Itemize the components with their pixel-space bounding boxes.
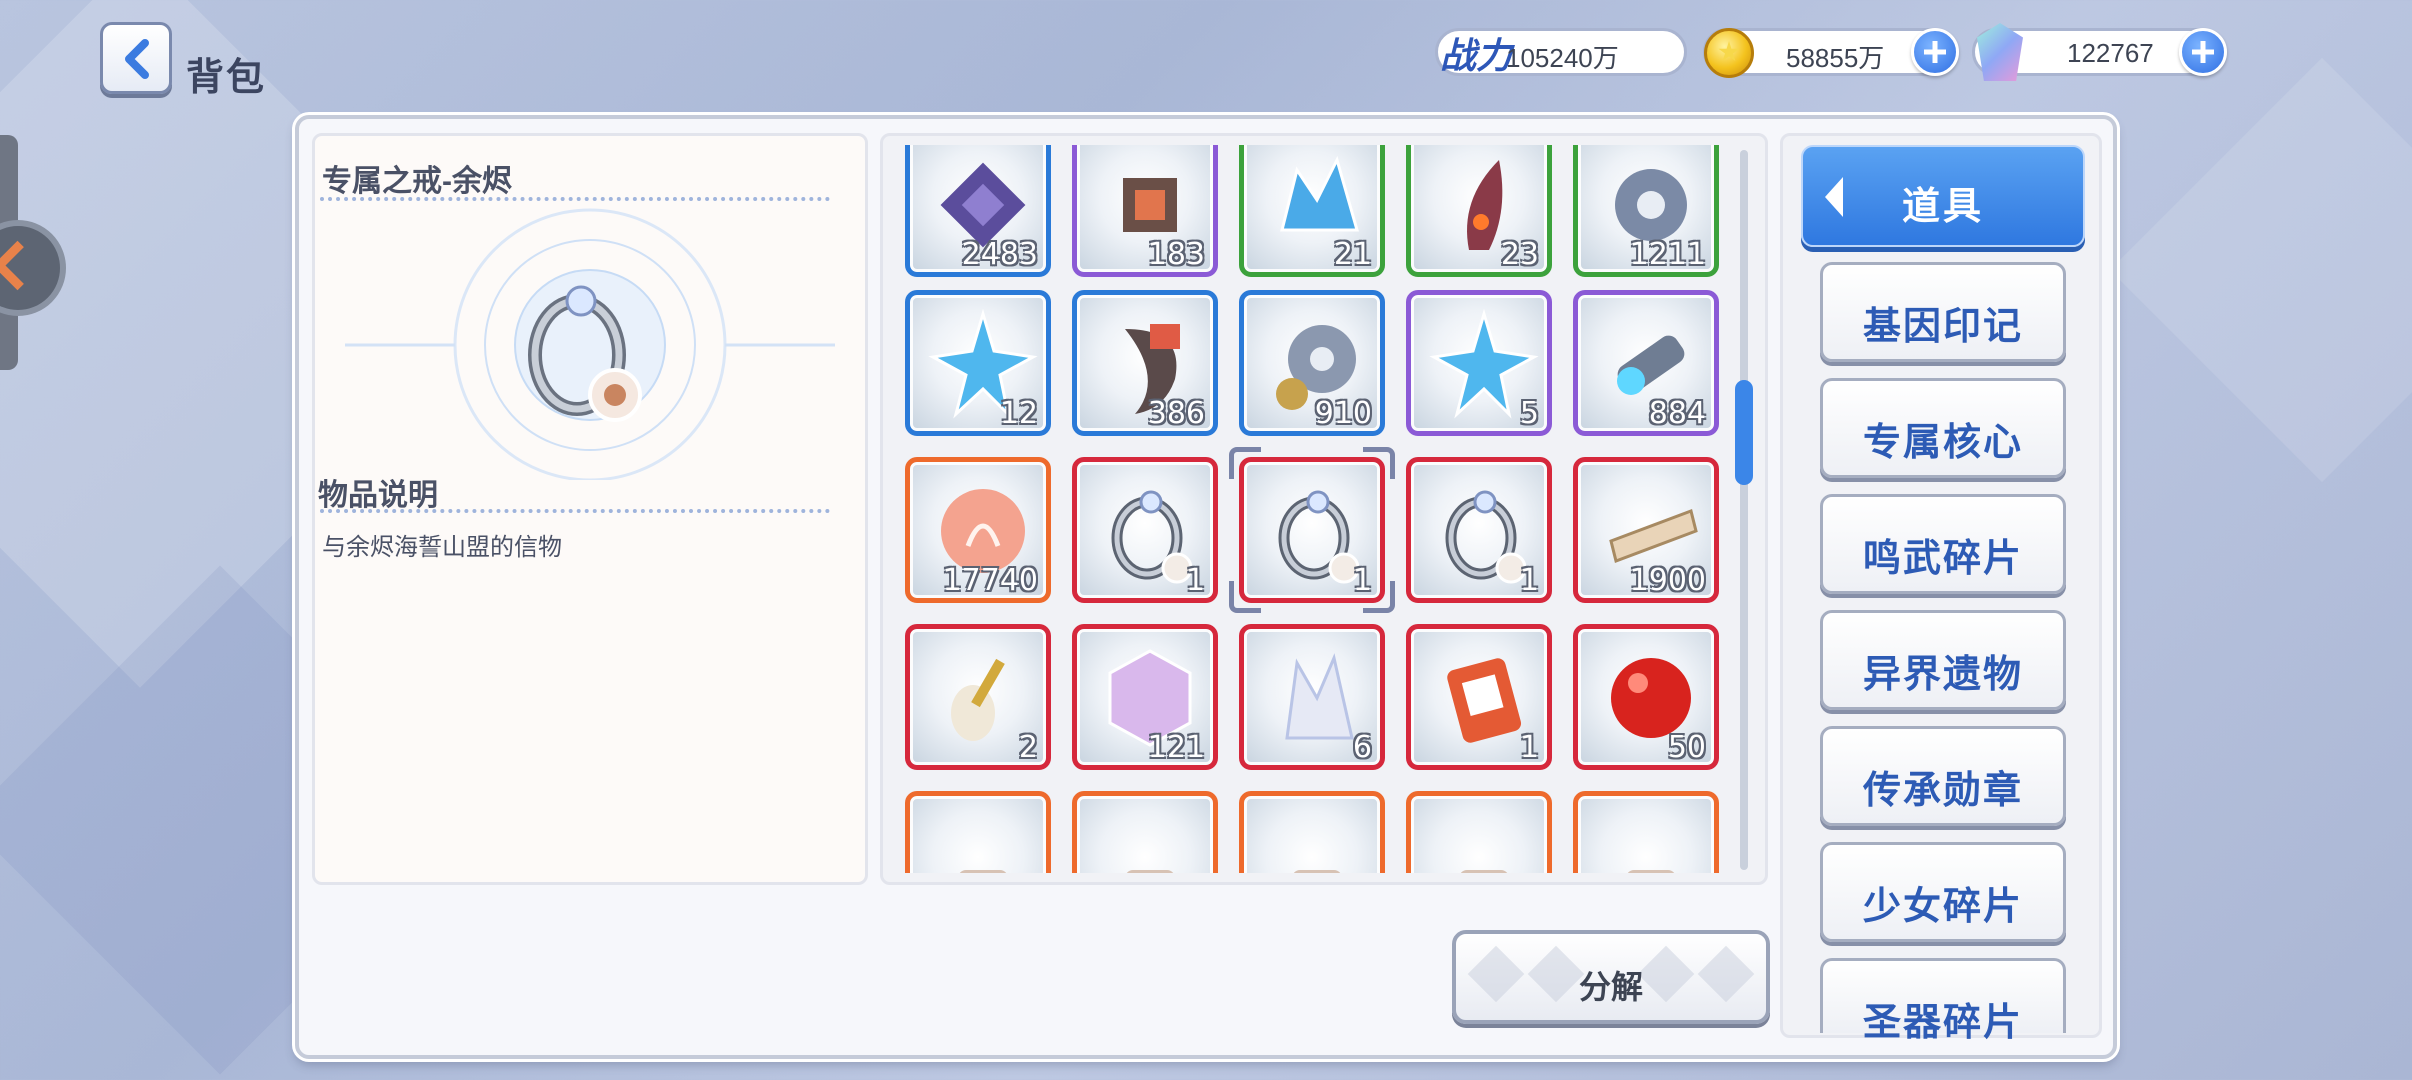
gold-coin-icon [1704,28,1754,78]
item-count: 5 [1519,396,1539,431]
item-count: 23 [1500,237,1539,272]
ring-preview-icon [345,208,835,480]
item-icon [1460,870,1508,873]
decompose-button[interactable]: 分解 [1452,930,1770,1024]
inventory-slot[interactable]: 21 [1239,145,1385,277]
inventory-slot[interactable] [1239,791,1385,873]
item-count: 12 [999,396,1038,431]
item-count: 6 [1352,730,1372,765]
gem-icon [1977,23,2023,81]
inventory-slot[interactable]: 183 [1072,145,1218,277]
divider [320,197,830,201]
category-tab[interactable]: 异界遗物 [1820,610,2066,710]
item-count: 386 [1147,396,1205,431]
item-count: 17740 [942,563,1038,598]
back-button[interactable] [100,22,172,94]
category-tab[interactable]: 传承勋章 [1820,726,2066,826]
item-grid[interactable]: 2483 183 21 23 1211 12 386 910 5 884 17740 1 1 1 1900 2… [893,145,1733,873]
add-gold-button[interactable] [1911,28,1959,76]
item-count: 1 [1185,563,1205,598]
item-icon [1293,870,1341,873]
inventory-slot[interactable]: 17740 [905,457,1051,603]
inventory-slot[interactable]: 1900 [1573,457,1719,603]
inventory-slot[interactable] [1573,791,1719,873]
item-count: 121 [1147,730,1205,765]
inventory-slot[interactable]: 1 [1072,457,1218,603]
background-shape [2109,57,2412,483]
power-display: 战力 105240万 [1435,28,1687,76]
item-count: 183 [1147,237,1205,272]
inventory-slot[interactable]: 50 [1573,624,1719,770]
category-tab-label: 鸣武碎片 [1862,538,2023,580]
category-tab-label: 基因印记 [1862,306,2023,348]
inventory-slot[interactable]: 386 [1072,290,1218,436]
category-tab-label: 异界遗物 [1862,654,2023,696]
item-name: 专属之戒-余烬 [322,165,512,198]
inventory-slot[interactable]: 6 [1239,624,1385,770]
decompose-label: 分解 [1578,969,1643,1005]
item-count: 1211 [1629,237,1706,272]
inventory-slot[interactable]: 5 [1406,290,1552,436]
selection-corner [1363,581,1395,613]
inventory-slot[interactable]: 121 [1072,624,1218,770]
inventory-slot[interactable]: 1211 [1573,145,1719,277]
category-tab[interactable]: 圣器碎片 [1820,958,2066,1044]
page-title: 背包 [186,57,267,99]
gem-display: 122767 [1972,23,2227,81]
inventory-slot[interactable]: 1 [1406,457,1552,603]
category-tab-label: 少女碎片 [1862,886,2023,928]
category-tab-label: 专属核心 [1862,422,2023,464]
chevron-left-icon [125,39,149,79]
item-description: 与余烬海誓山盟的信物 [322,534,562,561]
item-count: 1 [1519,563,1539,598]
item-icon [1126,870,1174,873]
item-count: 50 [1667,730,1706,765]
gem-value: 122767 [2067,38,2154,68]
category-tab[interactable]: 基因印记 [1820,262,2066,362]
inventory-slot[interactable]: 2483 [905,145,1051,277]
item-count: 1 [1519,730,1539,765]
item-icon [1627,870,1675,873]
selection-corner [1363,447,1395,479]
inventory-slot[interactable] [905,791,1051,873]
category-tab[interactable]: 鸣武碎片 [1820,494,2066,594]
item-count: 910 [1314,396,1372,431]
description-heading: 物品说明 [318,479,438,512]
scrollbar-track[interactable] [1740,150,1748,870]
inventory-slot[interactable]: 23 [1406,145,1552,277]
category-tab-active[interactable]: 道具 [1801,145,2085,247]
power-label: 战力 [1440,35,1513,76]
gold-value: 58855万 [1786,43,1885,73]
inventory-slot[interactable]: 910 [1239,290,1385,436]
item-count: 884 [1648,396,1706,431]
category-tab-label: 道具 [1901,186,1984,228]
category-tab[interactable]: 专属核心 [1820,378,2066,478]
item-count: 2483 [961,237,1038,272]
inventory-slot[interactable]: 2 [905,624,1051,770]
gold-display: 58855万 [1703,28,1959,78]
item-count: 21 [1333,237,1372,272]
selection-corner [1229,447,1261,479]
selection-corner [1229,581,1261,613]
category-tab-label: 传承勋章 [1862,770,2023,812]
item-count: 2 [1018,730,1038,765]
inventory-slot[interactable] [1406,791,1552,873]
scrollbar-thumb[interactable] [1735,380,1753,485]
add-gem-button[interactable] [2179,28,2227,76]
item-count: 1900 [1629,563,1706,598]
inventory-slot[interactable]: 12 [905,290,1051,436]
divider [320,509,830,513]
category-tab-label: 圣器碎片 [1862,1002,2023,1044]
category-tab[interactable]: 少女碎片 [1820,842,2066,942]
inventory-slot[interactable]: 884 [1573,290,1719,436]
inventory-slot[interactable]: 1 [1406,624,1552,770]
power-value: 105240万 [1506,43,1619,73]
item-icon [959,870,1007,873]
inventory-slot[interactable] [1072,791,1218,873]
